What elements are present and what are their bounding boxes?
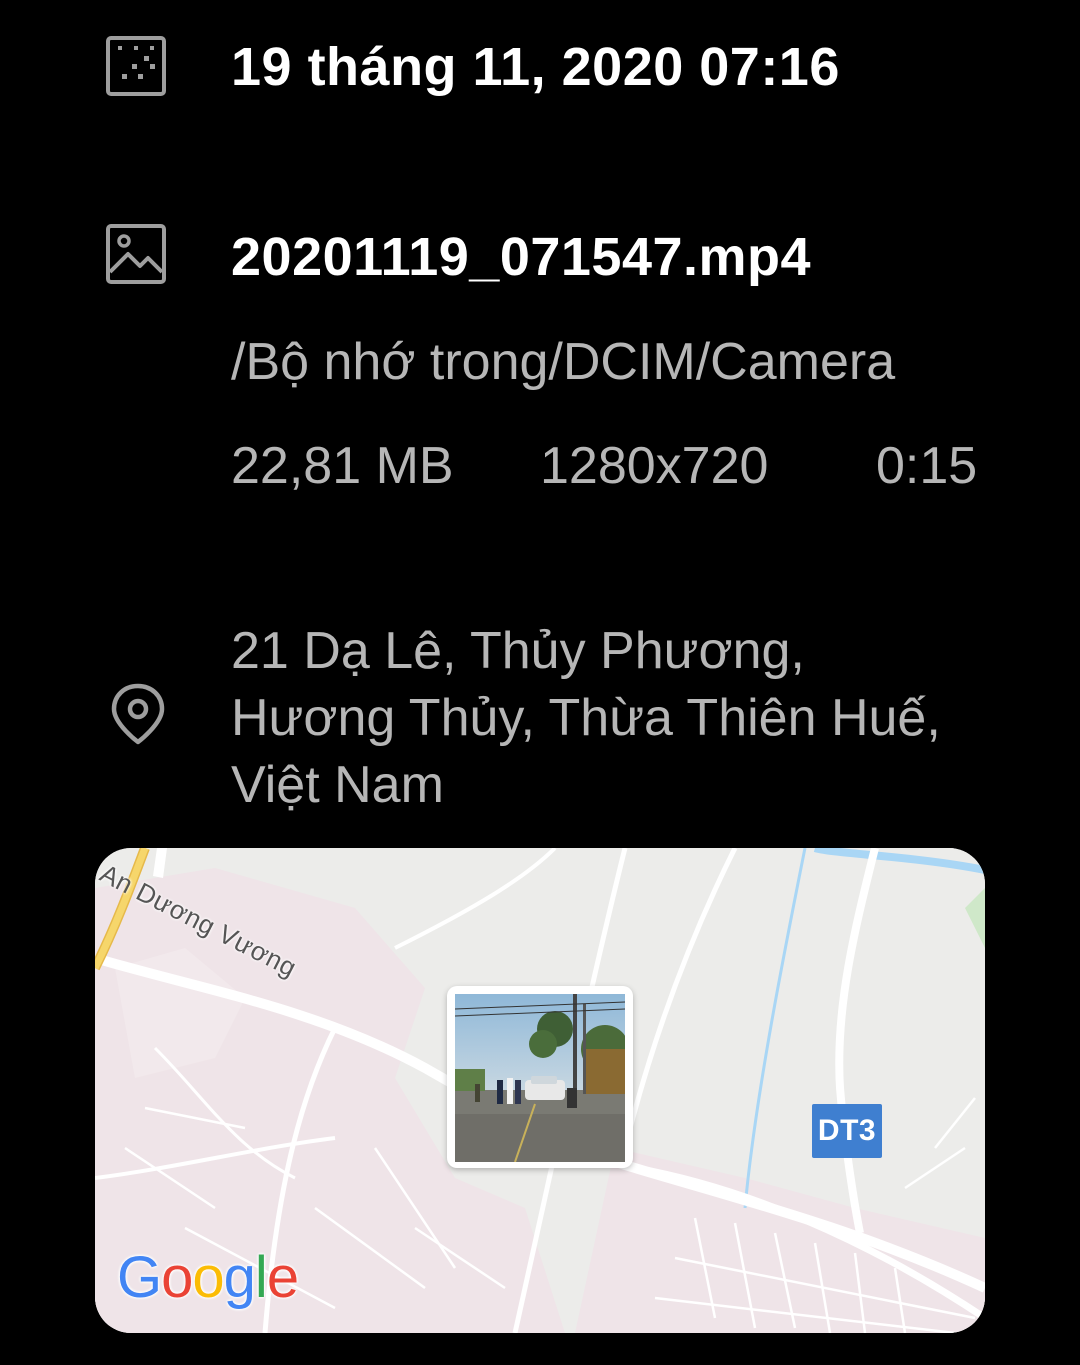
- google-logo-letter: l: [254, 1245, 268, 1310]
- google-logo-letter: o: [161, 1245, 193, 1310]
- route-badge: DT3: [812, 1104, 882, 1158]
- address-line-2: Hương Thủy, Thừa Thiên Huế,: [231, 689, 941, 747]
- google-logo-letter: g: [223, 1245, 256, 1310]
- location-address: 21 Dạ Lê, Thủy Phương, Hương Thủy, Thừa …: [231, 618, 1031, 819]
- calendar-icon: [104, 34, 168, 98]
- map-preview[interactable]: An Dương Vương DT3 Google: [95, 848, 985, 1333]
- video-duration: 0:15: [876, 437, 978, 495]
- thumbnail-image: [455, 994, 625, 1162]
- address-line-1: 21 Dạ Lê, Thủy Phương,: [231, 622, 805, 680]
- video-resolution: 1280x720: [540, 437, 769, 495]
- file-path: /Bộ nhớ trong/DCIM/Camera: [231, 333, 896, 391]
- google-logo-letter: G: [117, 1245, 162, 1310]
- google-logo-letter: e: [266, 1245, 299, 1310]
- google-logo: Google: [117, 1244, 299, 1311]
- capture-datetime: 19 tháng 11, 2020 07:16: [231, 37, 840, 97]
- image-icon: [104, 222, 168, 286]
- file-size: 22,81 MB: [231, 437, 454, 495]
- location-pin-icon: [106, 682, 166, 746]
- file-name: 20201119_071547.mp4: [231, 227, 812, 287]
- file-meta-row: 22,81 MB 1280x720 0:15: [0, 434, 1080, 498]
- address-line-3: Việt Nam: [231, 756, 444, 814]
- media-details-screen: 19 tháng 11, 2020 07:16 20201119_071547.…: [0, 0, 1080, 1365]
- video-thumbnail-marker[interactable]: [447, 986, 633, 1168]
- google-logo-letter: o: [192, 1245, 224, 1310]
